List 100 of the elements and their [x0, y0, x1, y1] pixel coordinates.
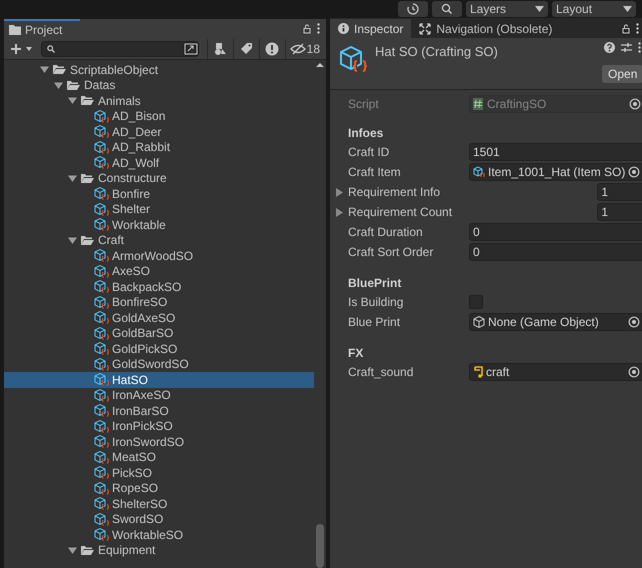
layout-dropdown[interactable]: Layout — [552, 1, 636, 17]
tree-item[interactable]: AD_Bison — [4, 108, 314, 124]
property-label: Requirement Count — [348, 204, 452, 221]
property-label: Is Building — [348, 294, 404, 311]
input-field[interactable]: 1501 — [469, 143, 642, 161]
scriptable-object-icon — [94, 434, 109, 450]
tree-item[interactable]: GoldSwordSO — [4, 356, 314, 372]
tree-item[interactable]: GoldPickSO — [4, 341, 314, 356]
expanded-arrow-icon[interactable] — [54, 80, 63, 90]
scriptable-object-icon — [94, 341, 109, 356]
cube-icon — [473, 316, 485, 328]
folder-icon — [52, 64, 66, 76]
tree-item[interactable]: ShelterSO — [4, 496, 314, 512]
script-field: CraftingSO — [469, 95, 642, 113]
tree-item[interactable]: GoldAxeSO — [4, 310, 314, 326]
collapsed-arrow-icon[interactable] — [335, 208, 344, 216]
inspector-tab[interactable]: Inspector — [330, 19, 412, 38]
search-icon — [441, 3, 453, 15]
expanded-arrow-icon[interactable] — [40, 65, 49, 74]
tree-item[interactable]: GoldBarSO — [4, 326, 314, 341]
object-field[interactable]: Item_1001_Hat (Item SO) — [469, 163, 642, 181]
tree-item[interactable]: MeatSO — [4, 450, 314, 465]
scriptable-object-icon — [94, 108, 109, 124]
settings-icon[interactable] — [621, 42, 632, 53]
tree-item[interactable]: Datas — [4, 78, 314, 93]
expanded-arrow-icon[interactable] — [68, 174, 77, 183]
scriptable-object-icon — [94, 512, 109, 527]
size-field[interactable]: 1 — [597, 203, 642, 221]
section-header: Infoes — [348, 125, 384, 142]
property-label: Requirement Info — [348, 184, 440, 201]
tree-item[interactable]: BonfireSO — [4, 294, 314, 310]
tree-item[interactable]: Animals — [4, 93, 314, 108]
tree-item[interactable]: Constructure — [4, 170, 314, 186]
scriptable-object-icon — [94, 264, 109, 279]
scriptable-object-icon — [94, 248, 109, 264]
input-field[interactable]: 0 — [469, 243, 642, 261]
layers-dropdown[interactable]: Layers — [466, 1, 548, 17]
tree-item[interactable]: IronSwordSO — [4, 434, 314, 450]
more-icon[interactable] — [638, 42, 642, 53]
history-button[interactable] — [398, 1, 428, 17]
tree-item[interactable]: SwordSO — [4, 512, 314, 527]
input-field[interactable]: 0 — [469, 223, 642, 241]
project-tab[interactable]: Project — [4, 19, 80, 38]
object-picker-icon[interactable] — [628, 366, 640, 378]
tree-item[interactable]: AD_Wolf — [4, 155, 314, 170]
tree-item[interactable]: IronBarSO — [4, 403, 314, 418]
scriptable-object-icon — [94, 450, 109, 465]
scriptable-object-icon — [94, 310, 109, 326]
scriptable-object-icon — [94, 403, 109, 418]
object-picker-icon[interactable] — [628, 316, 640, 328]
tree-item[interactable]: Shelter — [4, 202, 314, 217]
tree-item[interactable]: HatSO — [4, 372, 314, 388]
folder-icon — [9, 24, 21, 34]
search-field[interactable] — [40, 40, 199, 56]
more-icon[interactable] — [317, 23, 320, 34]
collapsed-arrow-icon[interactable] — [335, 188, 344, 196]
object-field[interactable]: None (Game Object) — [469, 313, 642, 331]
audio-icon — [473, 366, 483, 378]
tree-item[interactable]: Craft — [4, 232, 314, 248]
tree-item[interactable]: AD_Rabbit — [4, 140, 314, 155]
tree-item[interactable]: WorktableSO — [4, 527, 314, 542]
size-field[interactable]: 1 — [597, 183, 642, 201]
help-icon[interactable] — [604, 42, 616, 53]
navigation-icon — [419, 22, 432, 34]
property-label: Craft Duration — [348, 224, 423, 241]
object-picker-icon — [629, 98, 642, 110]
more-icon[interactable] — [636, 23, 640, 34]
hidden-packages-button[interactable]: 18 — [284, 38, 320, 58]
tree-item[interactable]: AxeSO — [4, 264, 314, 279]
info-icon — [338, 23, 349, 34]
tree-item[interactable]: ArmorWoodSO — [4, 248, 314, 264]
tree-item[interactable]: Equipment — [4, 542, 314, 558]
expanded-arrow-icon[interactable] — [68, 236, 77, 245]
expanded-arrow-icon[interactable] — [68, 546, 77, 555]
tree-item[interactable]: AD_Deer — [4, 124, 314, 140]
search-button[interactable] — [432, 1, 462, 17]
scriptable-object-icon — [94, 356, 109, 372]
lock-icon[interactable] — [303, 24, 311, 34]
script-icon — [473, 98, 483, 110]
tree-item[interactable]: IronAxeSO — [4, 388, 314, 403]
scriptable-object-icon — [94, 155, 109, 170]
folder-icon — [80, 234, 94, 246]
tree-item[interactable]: IronPickSO — [4, 418, 314, 434]
tree-item[interactable]: BackpackSO — [4, 279, 314, 294]
tree-item[interactable]: Bonfire — [4, 186, 314, 202]
lock-icon[interactable] — [622, 24, 630, 34]
tree-item[interactable]: ScriptableObject — [4, 62, 314, 78]
tree-item[interactable]: Worktable — [4, 217, 314, 232]
object-field[interactable]: craft — [469, 363, 642, 381]
open-button[interactable]: Open — [602, 65, 642, 83]
tree-item[interactable]: RopeSO — [4, 480, 314, 496]
property-label: Craft ID — [348, 144, 390, 161]
object-picker-icon[interactable] — [628, 166, 640, 178]
scriptable-object-icon — [473, 166, 485, 178]
scriptable-object-icon — [94, 527, 109, 542]
tree-item[interactable]: PickSO — [4, 465, 314, 480]
expand-window-icon[interactable] — [184, 42, 198, 54]
scriptable-object-icon — [94, 418, 109, 434]
scrollbar-thumb[interactable] — [316, 524, 324, 568]
expanded-arrow-icon[interactable] — [68, 96, 77, 106]
